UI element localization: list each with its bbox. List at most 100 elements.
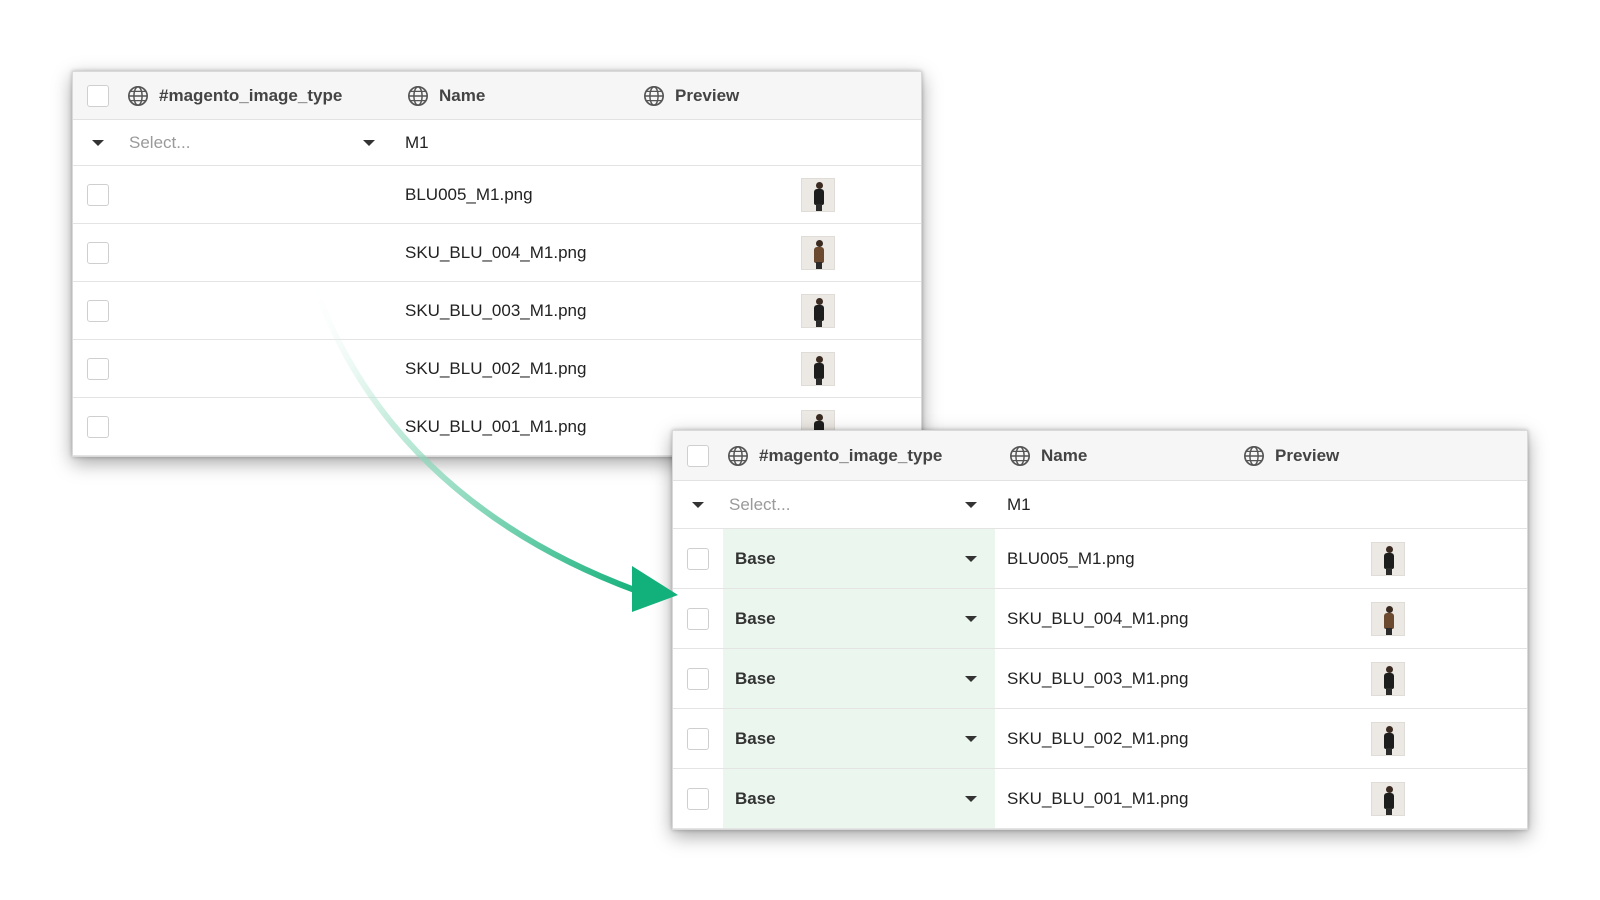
- column-header-preview-label: Preview: [1275, 445, 1340, 465]
- row-checkbox[interactable]: [87, 183, 109, 206]
- filter-toggle[interactable]: [73, 120, 123, 165]
- select-all-checkbox[interactable]: [87, 84, 109, 107]
- table-row[interactable]: SKU_BLU_003_M1.png: [73, 282, 921, 340]
- globe-icon: [407, 85, 429, 107]
- type-value: Base: [735, 548, 776, 568]
- row-checkbox[interactable]: [687, 547, 709, 570]
- caret-down-icon: [965, 735, 977, 742]
- row-checkbox[interactable]: [87, 357, 109, 380]
- column-header-preview-label: Preview: [675, 85, 740, 105]
- globe-icon: [127, 85, 149, 107]
- table-row[interactable]: SKU_BLU_002_M1.png: [73, 340, 921, 398]
- globe-icon: [643, 85, 665, 107]
- preview-thumbnail[interactable]: [801, 235, 835, 270]
- column-header-name[interactable]: Name: [393, 72, 643, 119]
- table-row[interactable]: SKU_BLU_004_M1.png: [73, 224, 921, 282]
- column-header-name-label: Name: [439, 85, 486, 105]
- preview-thumbnail[interactable]: [1371, 781, 1405, 816]
- row-checkbox[interactable]: [87, 299, 109, 322]
- table-row[interactable]: Base SKU_BLU_004_M1.png: [673, 589, 1527, 649]
- column-header-preview[interactable]: Preview: [1243, 431, 1527, 480]
- globe-icon: [1009, 445, 1031, 467]
- file-name: BLU005_M1.png: [405, 184, 533, 204]
- type-filter-select[interactable]: Select...: [723, 481, 995, 528]
- caret-down-icon: [965, 615, 977, 622]
- file-name: BLU005_M1.png: [1007, 548, 1135, 568]
- type-value: Base: [735, 608, 776, 628]
- globe-icon: [1243, 445, 1265, 467]
- preview-thumbnail[interactable]: [801, 351, 835, 386]
- select-all-checkbox[interactable]: [687, 444, 709, 467]
- globe-icon: [727, 445, 749, 467]
- row-checkbox[interactable]: [87, 415, 109, 438]
- file-name: SKU_BLU_001_M1.png: [405, 416, 587, 436]
- preview-thumbnail[interactable]: [1371, 661, 1405, 696]
- type-select[interactable]: Base: [723, 529, 995, 588]
- name-filter-input[interactable]: M1: [995, 481, 1243, 528]
- caret-down-icon: [965, 501, 977, 508]
- type-select[interactable]: Base: [723, 649, 995, 708]
- caret-down-icon: [692, 501, 704, 508]
- file-name: SKU_BLU_002_M1.png: [1007, 728, 1189, 748]
- select-all-cell: [73, 72, 123, 119]
- type-value: Base: [735, 728, 776, 748]
- type-filter-select[interactable]: Select...: [123, 120, 393, 165]
- table-row[interactable]: Base BLU005_M1.png: [673, 529, 1527, 589]
- name-filter-input[interactable]: M1: [393, 120, 643, 165]
- name-filter-value: M1: [405, 132, 429, 152]
- row-checkbox[interactable]: [87, 241, 109, 264]
- table-row[interactable]: Base SKU_BLU_001_M1.png: [673, 769, 1527, 829]
- filter-toggle[interactable]: [673, 481, 723, 528]
- preview-thumbnail[interactable]: [1371, 541, 1405, 576]
- file-name: SKU_BLU_003_M1.png: [405, 300, 587, 320]
- caret-down-icon: [965, 795, 977, 802]
- type-cell[interactable]: [123, 166, 393, 223]
- type-value: Base: [735, 668, 776, 688]
- table-row[interactable]: Base SKU_BLU_002_M1.png: [673, 709, 1527, 769]
- file-name: SKU_BLU_004_M1.png: [405, 242, 587, 262]
- row-checkbox[interactable]: [687, 607, 709, 630]
- type-filter-placeholder: Select...: [729, 494, 791, 514]
- file-name: SKU_BLU_003_M1.png: [1007, 668, 1189, 688]
- column-header-type[interactable]: #magento_image_type: [123, 72, 393, 119]
- caret-down-icon: [92, 139, 104, 146]
- column-header-type-label: #magento_image_type: [159, 85, 343, 105]
- preview-filter-cell: [643, 120, 921, 165]
- preview-thumbnail[interactable]: [1371, 721, 1405, 756]
- column-header-name-label: Name: [1041, 445, 1088, 465]
- type-select[interactable]: Base: [723, 769, 995, 828]
- column-header-type-label: #magento_image_type: [759, 445, 943, 465]
- column-header-preview[interactable]: Preview: [643, 72, 921, 119]
- preview-thumbnail[interactable]: [801, 293, 835, 328]
- row-checkbox[interactable]: [687, 667, 709, 690]
- type-select[interactable]: Base: [723, 589, 995, 648]
- type-select[interactable]: Base: [723, 709, 995, 768]
- select-all-cell: [673, 431, 723, 480]
- caret-down-icon: [363, 139, 375, 146]
- table-row[interactable]: BLU005_M1.png: [73, 166, 921, 224]
- type-cell[interactable]: [123, 224, 393, 281]
- before-table: #magento_image_type Name Preview Select.…: [72, 71, 922, 457]
- preview-filter-cell: [1243, 481, 1527, 528]
- column-header-type[interactable]: #magento_image_type: [723, 431, 995, 480]
- file-name: SKU_BLU_004_M1.png: [1007, 608, 1189, 628]
- filter-row: Select... M1: [673, 481, 1527, 529]
- type-cell[interactable]: [123, 340, 393, 397]
- row-checkbox[interactable]: [687, 787, 709, 810]
- type-cell[interactable]: [123, 282, 393, 339]
- caret-down-icon: [965, 555, 977, 562]
- type-cell[interactable]: [123, 398, 393, 455]
- type-value: Base: [735, 788, 776, 808]
- preview-thumbnail[interactable]: [1371, 601, 1405, 636]
- row-checkbox[interactable]: [687, 727, 709, 750]
- type-filter-placeholder: Select...: [129, 132, 191, 152]
- preview-thumbnail[interactable]: [801, 177, 835, 212]
- table-row[interactable]: Base SKU_BLU_003_M1.png: [673, 649, 1527, 709]
- file-name: SKU_BLU_001_M1.png: [1007, 788, 1189, 808]
- caret-down-icon: [965, 675, 977, 682]
- name-filter-value: M1: [1007, 494, 1031, 514]
- after-table: #magento_image_type Name Preview Select.…: [672, 430, 1528, 830]
- column-header-name[interactable]: Name: [995, 431, 1243, 480]
- filter-row: Select... M1: [73, 120, 921, 166]
- file-name: SKU_BLU_002_M1.png: [405, 358, 587, 378]
